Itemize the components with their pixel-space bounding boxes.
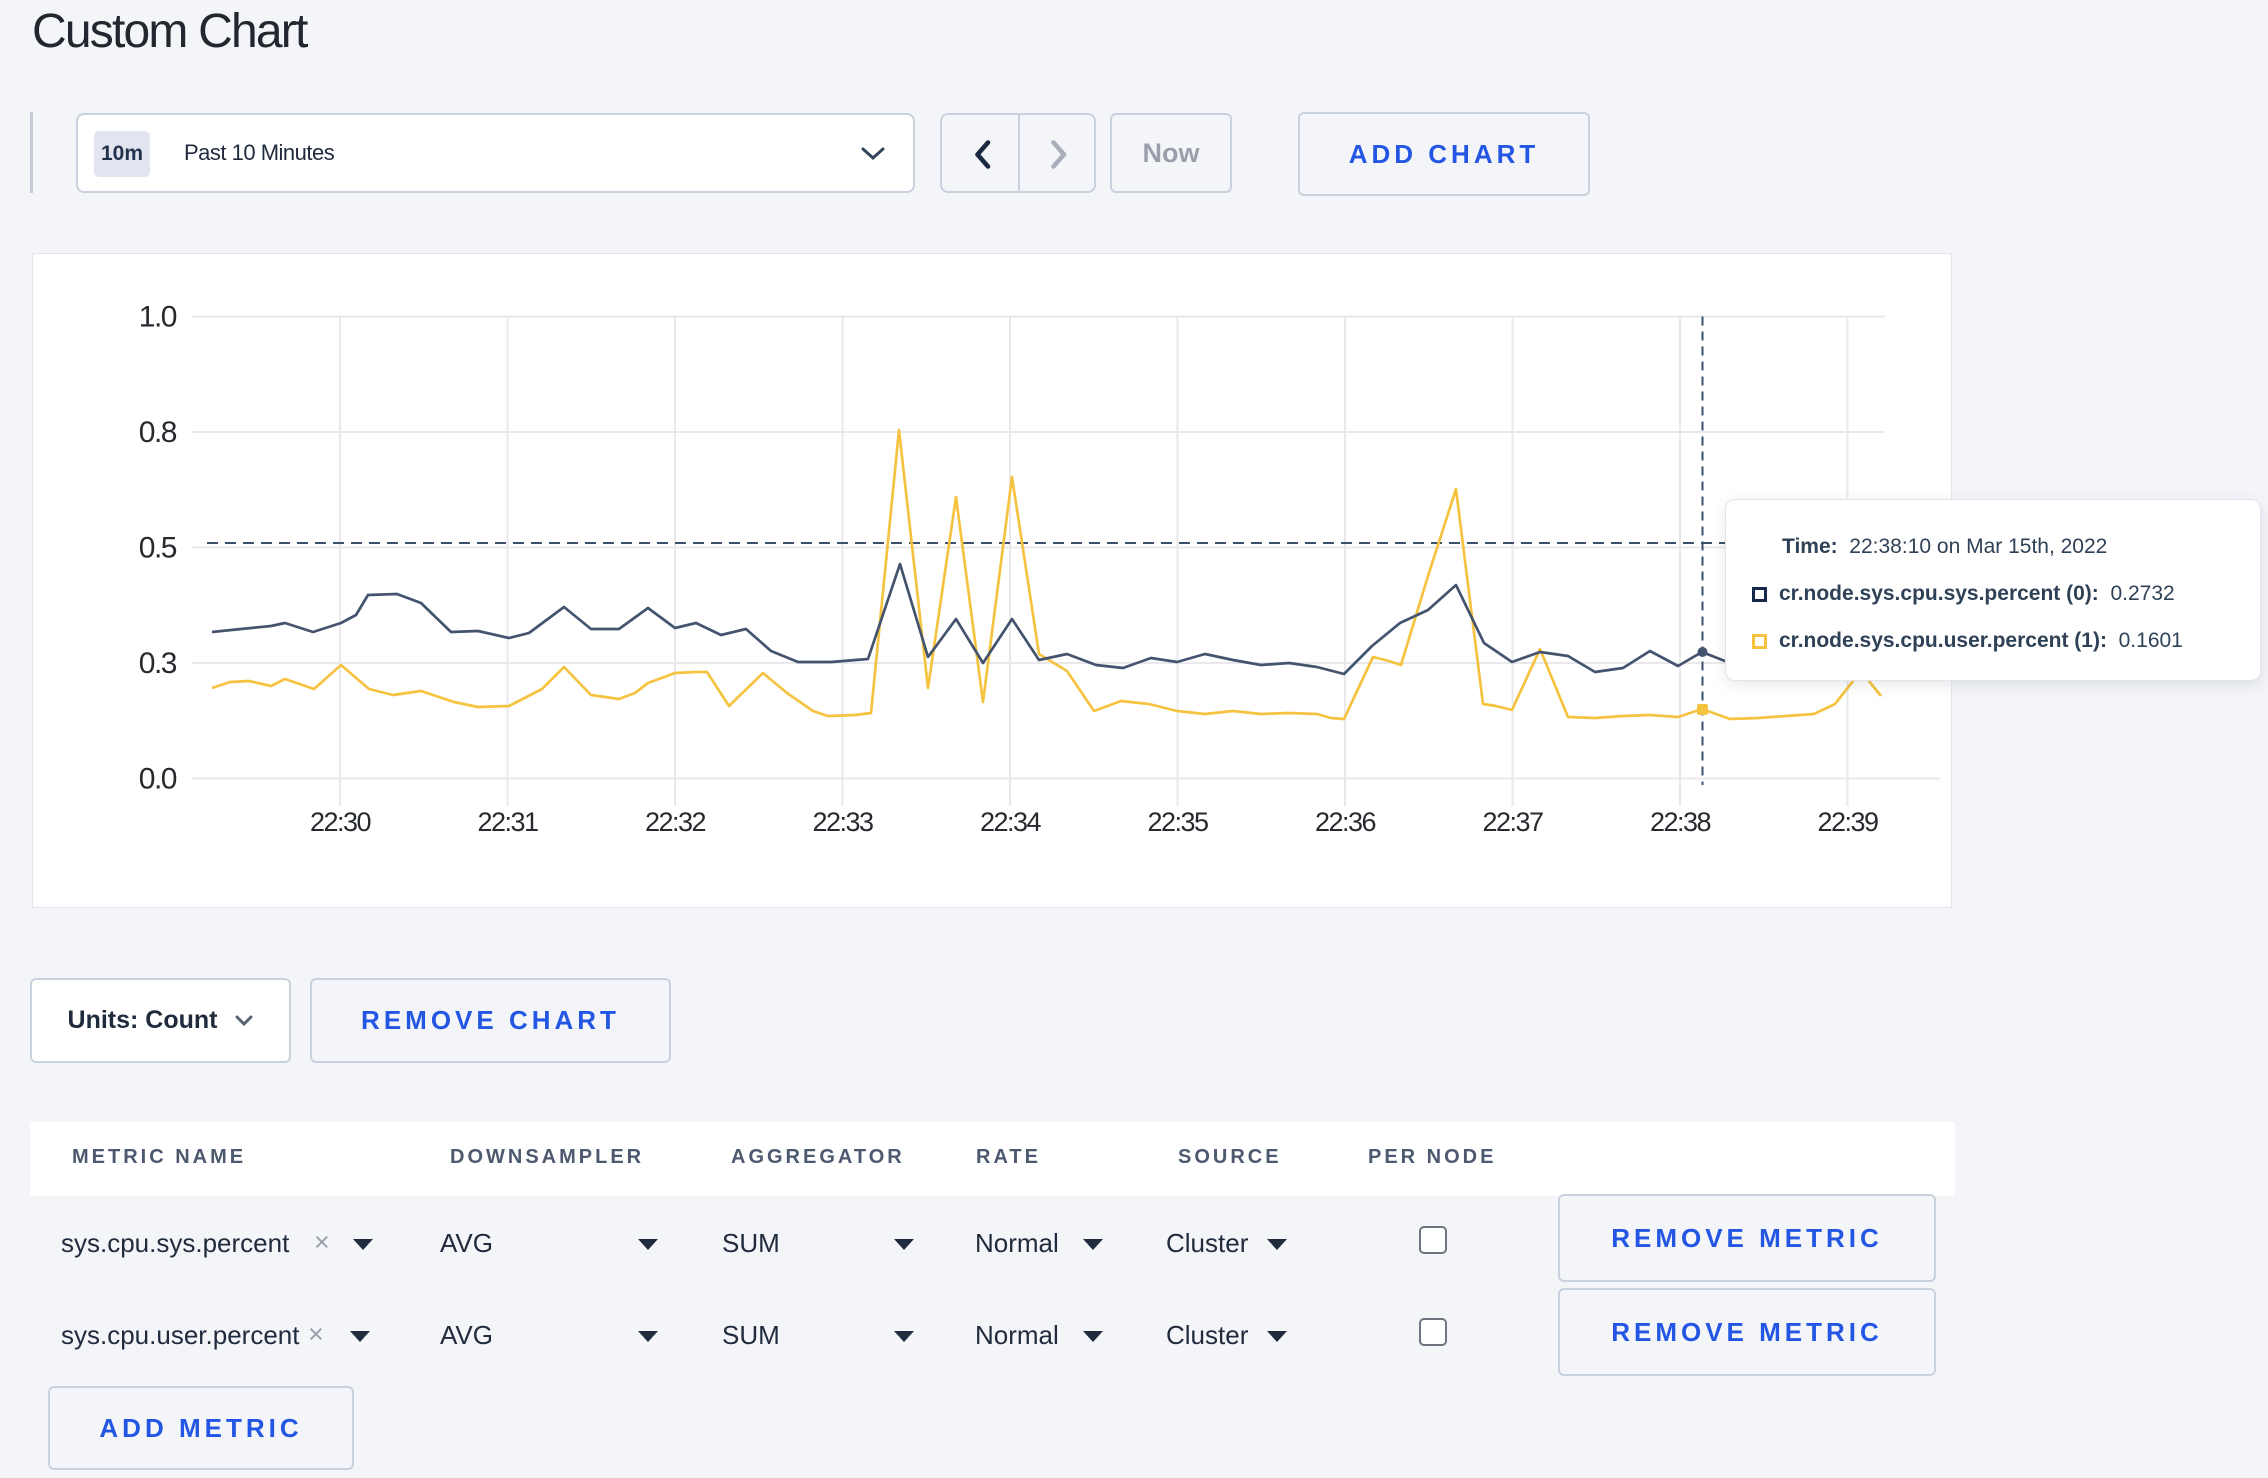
svg-text:22:39: 22:39 xyxy=(1817,807,1878,837)
svg-text:1.0: 1.0 xyxy=(139,301,177,334)
svg-text:22:34: 22:34 xyxy=(980,807,1042,837)
svg-text:22:36: 22:36 xyxy=(1315,807,1376,837)
svg-text:22:30: 22:30 xyxy=(310,807,371,837)
svg-text:22:37: 22:37 xyxy=(1482,807,1543,837)
svg-text:22:31: 22:31 xyxy=(477,807,538,837)
svg-text:22:33: 22:33 xyxy=(812,807,873,837)
svg-text:22:32: 22:32 xyxy=(645,807,706,837)
svg-text:0.5: 0.5 xyxy=(139,532,177,565)
svg-text:0.0: 0.0 xyxy=(139,763,177,796)
svg-text:22:35: 22:35 xyxy=(1147,807,1208,837)
svg-text:22:38: 22:38 xyxy=(1650,807,1711,837)
svg-text:0.3: 0.3 xyxy=(139,647,177,680)
svg-text:0.8: 0.8 xyxy=(139,416,177,449)
